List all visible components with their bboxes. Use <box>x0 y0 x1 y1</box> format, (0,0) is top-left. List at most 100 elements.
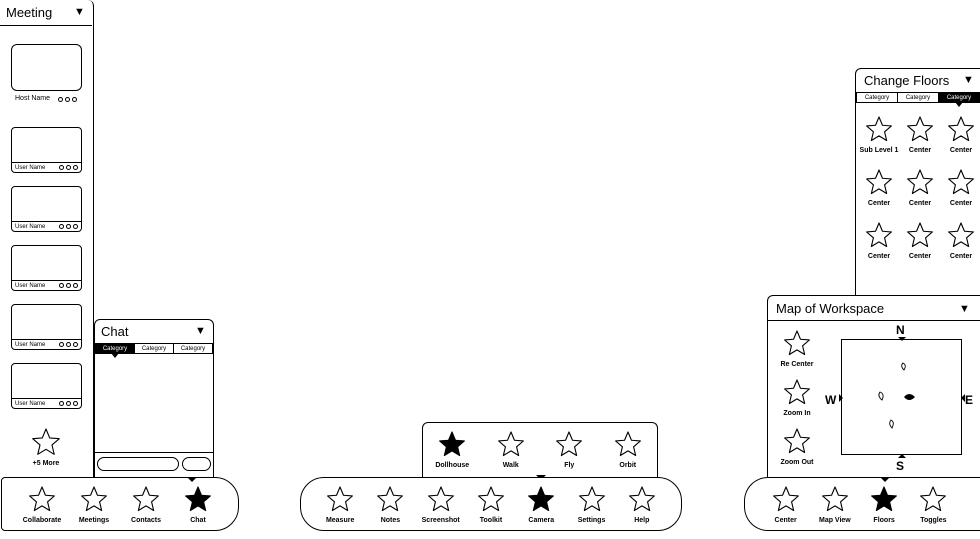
star-icon <box>775 378 819 408</box>
participant-options-icon[interactable] <box>59 165 78 170</box>
star-icon <box>569 485 615 515</box>
participant-video-tile[interactable]: User Name <box>11 186 82 232</box>
chevron-down-icon[interactable]: ▼ <box>963 74 974 86</box>
host-options-icon[interactable] <box>58 97 77 102</box>
notes-button[interactable]: Notes <box>367 485 413 524</box>
zoom-out-label: Zoom Out <box>780 459 814 466</box>
compass-east: E <box>965 393 974 407</box>
tab-chat-category-1[interactable]: Category <box>96 344 135 358</box>
participant-name: User Name <box>15 283 46 289</box>
participant-video-tile[interactable]: User Name <box>11 304 82 350</box>
participant-options-icon[interactable] <box>59 283 78 288</box>
tab-floors-category-2[interactable]: Category <box>898 93 939 102</box>
star-icon <box>468 485 514 515</box>
tab-chat-category-2[interactable]: Category <box>135 344 174 353</box>
map-panel: Map of Workspace ▼ Re Center Zoom In Zoom … <box>767 295 980 480</box>
map-markers <box>878 362 915 429</box>
zoom-in-button[interactable]: Zoom In <box>775 378 819 417</box>
collaborate-label: Collaborate <box>22 516 62 524</box>
tab-floors-category-3[interactable]: Category <box>939 93 979 107</box>
participant-name: User Name <box>15 342 46 348</box>
floor-option-9[interactable]: Center <box>939 221 980 260</box>
map-header[interactable]: Map of Workspace ▼ <box>768 296 980 321</box>
center-button[interactable]: Center <box>763 485 809 524</box>
floor-option-8[interactable]: Center <box>898 221 942 260</box>
participant-options-icon[interactable] <box>59 342 78 347</box>
chat-send-button[interactable] <box>182 457 211 471</box>
meetings-button[interactable]: Meetings <box>71 485 117 524</box>
participant-footer: User Name <box>12 221 81 231</box>
chevron-down-icon[interactable]: ▼ <box>195 325 206 337</box>
participant-name: User Name <box>15 165 46 171</box>
orbit-button[interactable]: Orbit <box>603 430 653 469</box>
floor-option-1[interactable]: Sub Level 1 <box>857 115 901 154</box>
floor-option-6[interactable]: Center <box>939 168 980 207</box>
participant-options-icon[interactable] <box>59 401 78 406</box>
star-icon <box>418 485 464 515</box>
chevron-down-icon[interactable]: ▼ <box>959 303 970 315</box>
center-label: Center <box>867 253 891 260</box>
star-icon <box>857 115 901 145</box>
star-icon <box>775 427 819 457</box>
help-label: Help <box>634 516 650 524</box>
participant-name: User Name <box>15 401 46 407</box>
more-participants-button[interactable]: +5 More <box>28 427 64 467</box>
participant-video-tile[interactable]: User Name <box>11 127 82 173</box>
chat-message-input[interactable] <box>97 457 179 471</box>
camera-button[interactable]: Camera <box>518 485 564 524</box>
floor-option-3[interactable]: Center <box>939 115 980 154</box>
map-view-button[interactable]: Map View <box>812 485 858 524</box>
zoom-out-button[interactable]: Zoom Out <box>775 427 819 466</box>
collaborate-button[interactable]: Collaborate <box>19 485 65 524</box>
host-video-tile[interactable] <box>11 44 82 91</box>
re-center-button[interactable]: Re Center <box>775 329 819 368</box>
minimap[interactable] <box>839 337 965 458</box>
star-icon <box>486 430 536 460</box>
chat-button[interactable]: Chat <box>175 485 221 524</box>
fly-label: Fly <box>564 462 575 469</box>
floor-option-5[interactable]: Center <box>898 168 942 207</box>
map-title: Map of Workspace <box>776 301 885 316</box>
participant-video-tile[interactable]: User Name <box>11 363 82 409</box>
center-label: Center <box>908 147 932 154</box>
camera-modes-panel: Dollhouse Walk Fly Orbit <box>422 422 658 480</box>
walk-button[interactable]: Walk <box>486 430 536 469</box>
participant-video-tile[interactable]: User Name <box>11 245 82 291</box>
walk-label: Walk <box>502 462 519 469</box>
meeting-header[interactable]: Meeting ▼ <box>0 0 92 26</box>
fly-button[interactable]: Fly <box>544 430 594 469</box>
toggles-label: Toggles <box>920 516 947 524</box>
tab-floors-category-1[interactable]: Category <box>857 93 898 102</box>
host-name-label: Host Name <box>15 95 51 102</box>
contacts-button[interactable]: Contacts <box>123 485 169 524</box>
star-icon <box>898 168 942 198</box>
dollhouse-button[interactable]: Dollhouse <box>427 430 477 469</box>
help-button[interactable]: Help <box>619 485 665 524</box>
floor-option-4[interactable]: Center <box>857 168 901 207</box>
star-icon <box>910 485 956 515</box>
floor-option-2[interactable]: Center <box>898 115 942 154</box>
chat-title: Chat <box>101 324 129 339</box>
screenshot-button[interactable]: Screenshot <box>418 485 464 524</box>
floors-button[interactable]: Floors <box>861 485 907 524</box>
participant-footer: User Name <box>12 280 81 290</box>
star-icon <box>28 427 64 459</box>
change-floors-header[interactable]: Change Floors ▼ <box>856 69 980 91</box>
center-label: Center <box>949 253 973 260</box>
measure-button[interactable]: Measure <box>317 485 363 524</box>
re-center-label: Re Center <box>780 361 814 368</box>
compass-north: N <box>896 323 905 337</box>
toolkit-button[interactable]: Toolkit <box>468 485 514 524</box>
participant-options-icon[interactable] <box>59 224 78 229</box>
settings-label: Settings <box>577 516 606 524</box>
floor-option-7[interactable]: Center <box>857 221 901 260</box>
star-icon <box>861 485 907 515</box>
star-icon <box>898 221 942 251</box>
more-label: +5 More <box>32 460 60 467</box>
tab-chat-category-3[interactable]: Category <box>174 344 212 353</box>
chevron-down-icon[interactable]: ▼ <box>74 6 85 18</box>
chat-header[interactable]: Chat ▼ <box>95 320 213 342</box>
self-marker-icon <box>904 394 915 400</box>
toggles-button[interactable]: Toggles <box>910 485 956 524</box>
settings-button[interactable]: Settings <box>569 485 615 524</box>
